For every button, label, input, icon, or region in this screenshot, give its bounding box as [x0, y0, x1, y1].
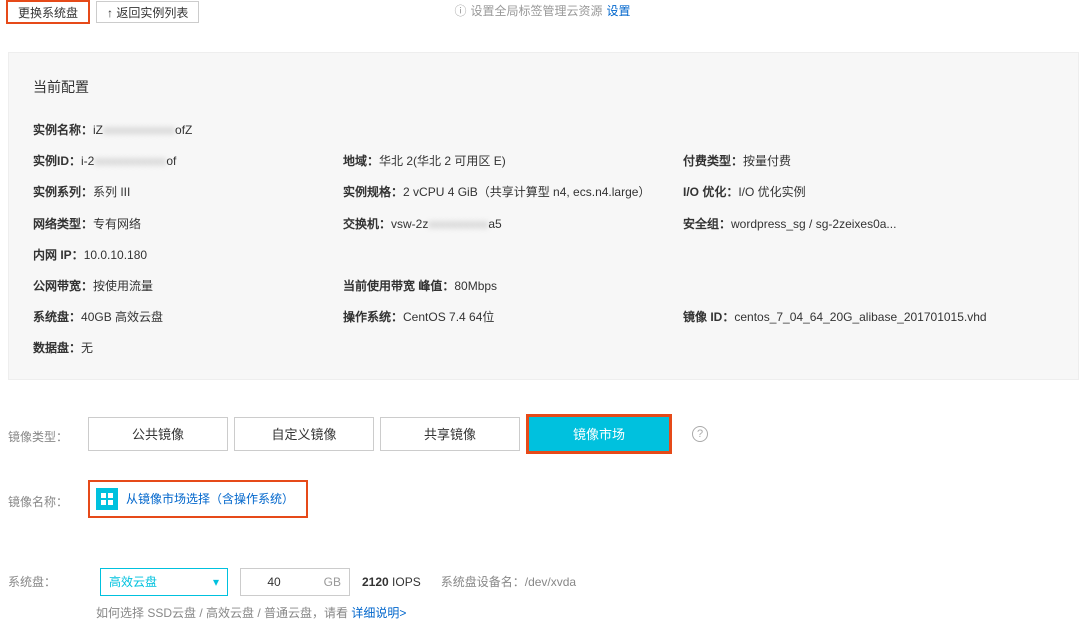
device-name-label: 系统盘设备名：/dev/xvda	[441, 573, 576, 590]
sysdisk-section-label: 系统盘：	[8, 573, 88, 590]
intranet-row: 内网 IP：10.0.10.180	[33, 246, 333, 265]
replace-system-disk-button[interactable]: 更换系统盘	[6, 0, 90, 24]
sg-row: 安全组：wordpress_sg / sg-2zeixes0a...	[683, 215, 1054, 234]
bandwidth-row: 公网带宽：按使用流量	[33, 277, 333, 296]
instance-id-row: 实例ID：i-2xxxxxxxxxxxxof	[33, 152, 333, 171]
info-icon: ⓘ	[454, 2, 466, 19]
instance-id-label: 实例ID：	[33, 154, 81, 168]
vswitch-row: 交换机：vsw-2zxxxxxxxxxxa5	[343, 215, 673, 234]
current-bw-row: 当前使用带宽 峰值：80Mbps	[343, 277, 673, 296]
bandwidth-label: 公网带宽：	[33, 279, 93, 293]
device-label-text: 系统盘设备名：	[441, 575, 525, 589]
instance-name-row: 实例名称：iZxxxxxxxxxxxxofZ	[33, 121, 333, 140]
instance-id-suffix: of	[166, 154, 176, 168]
datadisk-row: 数据盘：无	[33, 339, 333, 358]
network-type-value: 专有网络	[93, 217, 141, 231]
image-type-label: 镜像类型：	[8, 422, 88, 445]
spec-label: 实例规格：	[343, 185, 403, 199]
tag-settings-link[interactable]: 设置	[607, 2, 631, 19]
io-label: I/O 优化：	[683, 185, 738, 199]
series-label: 实例系列：	[33, 185, 93, 199]
series-row: 实例系列：系列 III	[33, 183, 333, 202]
image-type-public[interactable]: 公共镜像	[88, 417, 228, 451]
tag-hint-text: 设置全局标签管理云资源	[470, 2, 602, 19]
datadisk-value: 无	[81, 341, 93, 355]
current-bw-label: 当前使用带宽 峰值：	[343, 279, 454, 293]
image-type-market[interactable]: 镜像市场	[526, 414, 672, 454]
image-name-label: 镜像名称：	[8, 487, 88, 510]
current-config-panel: 当前配置 实例名称：iZxxxxxxxxxxxxofZ 实例ID：i-2xxxx…	[8, 52, 1079, 380]
image-id-label: 镜像 ID：	[683, 310, 734, 324]
disk-size-input-wrap[interactable]: GB	[240, 568, 350, 596]
region-value: 华北 2(华北 2 可用区 E)	[379, 154, 506, 168]
panel-title: 当前配置	[33, 77, 1054, 97]
io-row: I/O 优化：I/O 优化实例	[683, 183, 1054, 202]
image-type-custom[interactable]: 自定义镜像	[234, 417, 374, 451]
instance-name-blur: xxxxxxxxxxxx	[103, 123, 175, 137]
vswitch-blur: xxxxxxxxxx	[428, 217, 488, 231]
os-value: CentOS 7.4 64位	[403, 310, 494, 324]
select-from-market-text: 从镜像市场选择（含操作系统）	[126, 490, 294, 507]
sg-value: wordpress_sg / sg-2zeixes0a...	[731, 217, 896, 231]
os-row: 操作系统：CentOS 7.4 64位	[343, 308, 673, 327]
billing-label: 付费类型：	[683, 154, 743, 168]
intranet-label: 内网 IP：	[33, 248, 84, 262]
chevron-down-icon: ▾	[213, 575, 219, 589]
iops-text: 2120 IOPS	[362, 575, 421, 589]
vswitch-suffix: a5	[488, 217, 501, 231]
disk-size-unit: GB	[324, 575, 341, 589]
instance-name-prefix: iZ	[93, 123, 103, 137]
image-id-row: 镜像 ID：centos_7_04_64_20G_alibase_2017010…	[683, 308, 1054, 327]
sysdisk-row-info: 系统盘：40GB 高效云盘	[33, 308, 333, 327]
network-row: 网络类型：专有网络	[33, 215, 333, 234]
help-icon[interactable]: ?	[692, 426, 708, 442]
region-row: 地域：华北 2(华北 2 可用区 E)	[343, 152, 673, 171]
sg-label: 安全组：	[683, 217, 731, 231]
disk-size-input[interactable]	[249, 575, 299, 589]
device-value: /dev/xvda	[525, 575, 576, 589]
os-label: 操作系统：	[343, 310, 403, 324]
image-type-shared[interactable]: 共享镜像	[380, 417, 520, 451]
spec-row: 实例规格：2 vCPU 4 GiB（共享计算型 n4, ecs.n4.large…	[343, 183, 673, 202]
instance-name-suffix: ofZ	[175, 123, 192, 137]
billing-row: 付费类型：按量付费	[683, 152, 1054, 171]
billing-value: 按量付费	[743, 154, 791, 168]
current-bw-value: 80Mbps	[454, 279, 497, 293]
disk-type-value: 高效云盘	[109, 573, 157, 590]
region-label: 地域：	[343, 154, 379, 168]
sysdisk-value: 40GB 高效云盘	[81, 310, 163, 324]
instance-id-prefix: i-2	[81, 154, 94, 168]
back-to-instance-list-button[interactable]: ↑ 返回实例列表	[96, 1, 199, 23]
grid-icon	[96, 488, 118, 510]
select-from-market-button[interactable]: 从镜像市场选择（含操作系统）	[88, 480, 308, 518]
image-type-group: 公共镜像 自定义镜像 共享镜像 镜像市场 ?	[88, 414, 708, 454]
intranet-value: 10.0.10.180	[84, 248, 147, 262]
iops-label: IOPS	[389, 575, 421, 589]
vswitch-label: 交换机：	[343, 217, 391, 231]
iops-value: 2120	[362, 575, 389, 589]
network-type-label: 网络类型：	[33, 217, 93, 231]
vswitch-prefix: vsw-2z	[391, 217, 428, 231]
disk-type-select[interactable]: 高效云盘 ▾	[100, 568, 228, 596]
datadisk-label: 数据盘：	[33, 341, 81, 355]
series-value: 系列 III	[93, 185, 130, 199]
instance-id-blur: xxxxxxxxxxxx	[94, 154, 166, 168]
bandwidth-value: 按使用流量	[93, 279, 153, 293]
io-value: I/O 优化实例	[738, 185, 805, 199]
sysdisk-label: 系统盘：	[33, 310, 81, 324]
spec-value: 2 vCPU 4 GiB（共享计算型 n4, ecs.n4.large）	[403, 185, 650, 199]
disk-hint-row: 如何选择 SSD云盘 / 高效云盘 / 普通云盘，请看 详细说明>	[0, 596, 1085, 621]
instance-name-label: 实例名称：	[33, 123, 93, 137]
global-tag-hint: ⓘ 设置全局标签管理云资源 设置	[454, 2, 630, 19]
image-id-value: centos_7_04_64_20G_alibase_201701015.vhd	[734, 310, 986, 324]
